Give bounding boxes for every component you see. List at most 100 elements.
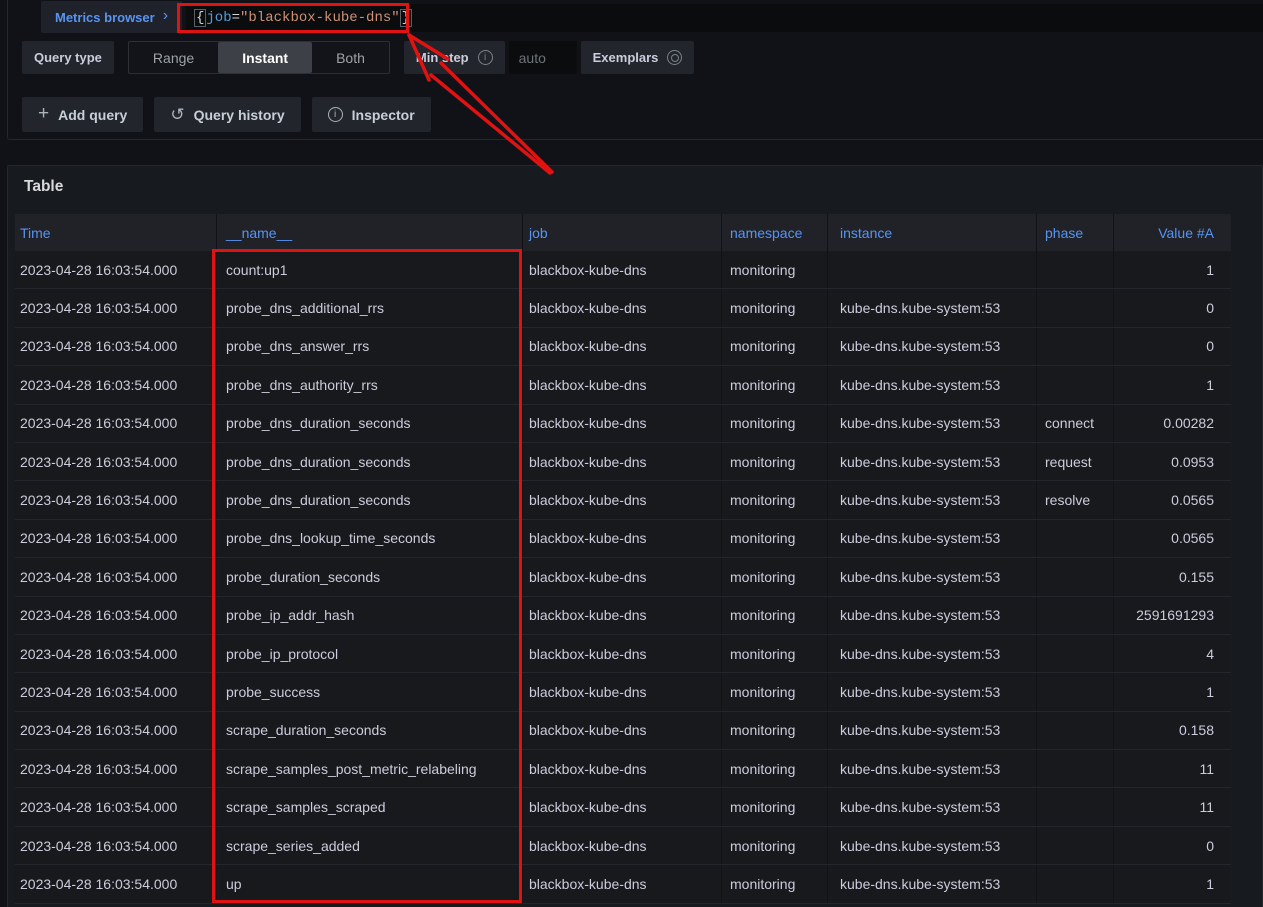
cell-value: 0.155 <box>1113 558 1231 595</box>
table-header-row: Time __name__ job namespace instance pha… <box>15 214 1231 251</box>
cell-instance: kube-dns.kube-system:53 <box>827 712 1036 749</box>
cell-instance: kube-dns.kube-system:53 <box>827 635 1036 672</box>
query-type-option-instant[interactable]: Instant <box>218 42 312 73</box>
cell-instance: kube-dns.kube-system:53 <box>827 366 1036 403</box>
cell-time: 2023-04-28 16:03:54.000 <box>15 289 216 326</box>
cell-time: 2023-04-28 16:03:54.000 <box>15 597 216 634</box>
cell-phase <box>1036 328 1113 365</box>
cell-instance: kube-dns.kube-system:53 <box>827 481 1036 518</box>
cell-name: probe_ip_protocol <box>216 635 522 672</box>
cell-job: blackbox-kube-dns <box>522 443 721 480</box>
exemplars-label: Exemplars <box>581 41 695 74</box>
cell-job: blackbox-kube-dns <box>522 251 721 288</box>
query-type-segmented-control: Range Instant Both <box>128 41 390 74</box>
add-query-button[interactable]: + Add query <box>22 97 143 132</box>
table-row: 2023-04-28 16:03:54.000count:up1blackbox… <box>15 251 1231 289</box>
min-step-input[interactable] <box>509 41 577 74</box>
cell-phase <box>1036 520 1113 557</box>
cell-value: 4 <box>1113 635 1231 672</box>
column-header-name[interactable]: __name__ <box>216 214 522 251</box>
cell-instance: kube-dns.kube-system:53 <box>827 673 1036 710</box>
cell-job: blackbox-kube-dns <box>522 673 721 710</box>
cell-phase <box>1036 251 1113 288</box>
cell-instance: kube-dns.kube-system:53 <box>827 827 1036 864</box>
cell-time: 2023-04-28 16:03:54.000 <box>15 443 216 480</box>
table-row: 2023-04-28 16:03:54.000probe_ip_protocol… <box>15 635 1231 673</box>
cell-namespace: monitoring <box>721 443 827 480</box>
cell-phase <box>1036 597 1113 634</box>
history-icon: ↺ <box>170 106 184 123</box>
cell-namespace: monitoring <box>721 750 827 787</box>
cell-phase <box>1036 558 1113 595</box>
cell-value: 0 <box>1113 827 1231 864</box>
table-row: 2023-04-28 16:03:54.000probe_dns_additio… <box>15 289 1231 327</box>
query-expression-input[interactable]: {job="blackbox-kube-dns"} <box>186 4 1263 32</box>
metrics-browser-button[interactable]: Metrics browser › <box>41 1 182 33</box>
results-table: Time __name__ job namespace instance pha… <box>15 214 1231 904</box>
cell-namespace: monitoring <box>721 673 827 710</box>
cell-instance: kube-dns.kube-system:53 <box>827 443 1036 480</box>
table-row: 2023-04-28 16:03:54.000scrape_samples_sc… <box>15 788 1231 826</box>
cell-name: scrape_series_added <box>216 827 522 864</box>
cell-job: blackbox-kube-dns <box>522 481 721 518</box>
cell-time: 2023-04-28 16:03:54.000 <box>15 865 216 902</box>
cell-name: probe_dns_duration_seconds <box>216 443 522 480</box>
cell-instance: kube-dns.kube-system:53 <box>827 558 1036 595</box>
cell-namespace: monitoring <box>721 635 827 672</box>
query-label-key: job <box>206 10 231 26</box>
cell-time: 2023-04-28 16:03:54.000 <box>15 366 216 403</box>
cell-value: 0 <box>1113 328 1231 365</box>
table-row: 2023-04-28 16:03:54.000probe_dns_answer_… <box>15 328 1231 366</box>
query-editor-container: Metrics browser › {job="blackbox-kube-dn… <box>7 0 1263 140</box>
query-type-option-both[interactable]: Both <box>312 42 389 73</box>
cell-instance: kube-dns.kube-system:53 <box>827 520 1036 557</box>
column-header-namespace[interactable]: namespace <box>721 214 827 251</box>
column-header-phase[interactable]: phase <box>1036 214 1113 251</box>
cell-instance: kube-dns.kube-system:53 <box>827 865 1036 902</box>
inspector-button[interactable]: i Inspector <box>312 97 431 132</box>
cell-time: 2023-04-28 16:03:54.000 <box>15 558 216 595</box>
cell-job: blackbox-kube-dns <box>522 712 721 749</box>
cell-job: blackbox-kube-dns <box>522 865 721 902</box>
cell-job: blackbox-kube-dns <box>522 558 721 595</box>
cell-value: 0.0953 <box>1113 443 1231 480</box>
column-header-value[interactable]: Value #A <box>1113 214 1231 251</box>
cell-phase <box>1036 865 1113 902</box>
table-row: 2023-04-28 16:03:54.000probe_dns_duratio… <box>15 405 1231 443</box>
cell-name: probe_duration_seconds <box>216 558 522 595</box>
cell-phase <box>1036 827 1113 864</box>
cell-instance: kube-dns.kube-system:53 <box>827 405 1036 442</box>
cell-time: 2023-04-28 16:03:54.000 <box>15 328 216 365</box>
column-header-instance[interactable]: instance <box>827 214 1036 251</box>
table-row: 2023-04-28 16:03:54.000probe_dns_duratio… <box>15 443 1231 481</box>
table-row: 2023-04-28 16:03:54.000scrape_duration_s… <box>15 712 1231 750</box>
table-row: 2023-04-28 16:03:54.000upblackbox-kube-d… <box>15 865 1231 903</box>
cell-namespace: monitoring <box>721 405 827 442</box>
cell-phase: request <box>1036 443 1113 480</box>
query-type-option-range[interactable]: Range <box>129 42 218 73</box>
column-header-time[interactable]: Time <box>15 214 216 251</box>
cell-value: 0 <box>1113 289 1231 326</box>
cell-job: blackbox-kube-dns <box>522 827 721 864</box>
cell-namespace: monitoring <box>721 289 827 326</box>
cell-name: probe_dns_answer_rrs <box>216 328 522 365</box>
info-icon: i <box>478 50 493 65</box>
cell-namespace: monitoring <box>721 366 827 403</box>
cell-instance: kube-dns.kube-system:53 <box>827 597 1036 634</box>
column-header-job[interactable]: job <box>522 214 721 251</box>
query-operator: = <box>232 10 240 26</box>
cell-instance: kube-dns.kube-system:53 <box>827 289 1036 326</box>
panel-title[interactable]: Table <box>24 178 63 196</box>
cell-job: blackbox-kube-dns <box>522 328 721 365</box>
cell-value: 0.0565 <box>1113 520 1231 557</box>
plus-icon: + <box>38 104 49 123</box>
cell-phase <box>1036 788 1113 825</box>
cell-time: 2023-04-28 16:03:54.000 <box>15 827 216 864</box>
cell-value: 11 <box>1113 788 1231 825</box>
cell-time: 2023-04-28 16:03:54.000 <box>15 251 216 288</box>
cell-name: probe_dns_duration_seconds <box>216 405 522 442</box>
cell-phase <box>1036 712 1113 749</box>
query-history-button[interactable]: ↺ Query history <box>154 97 300 132</box>
cell-name: probe_dns_lookup_time_seconds <box>216 520 522 557</box>
cell-name: probe_ip_addr_hash <box>216 597 522 634</box>
